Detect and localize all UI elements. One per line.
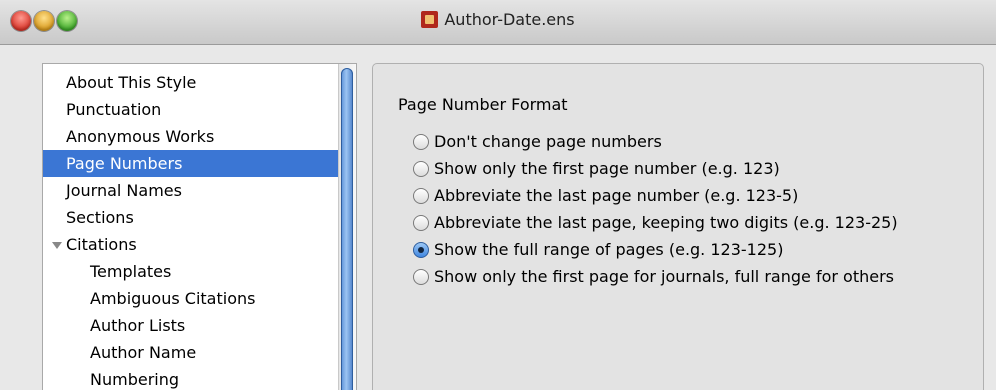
sidebar-item-label: Numbering [90,370,180,389]
sidebar-item-journal-names[interactable]: Journal Names [43,177,338,204]
option-label: Show only the first page number (e.g. 12… [434,159,780,178]
style-editor-window: Author-Date.ens About This Style Punctua… [0,0,996,390]
radio-button[interactable] [413,134,429,150]
option-label: Show only the first page for journals, f… [434,267,894,286]
radio-button[interactable] [413,215,429,231]
option-label: Abbreviate the last page number (e.g. 12… [434,186,799,205]
page-number-format-panel: Page Number Format Don't change page num… [372,63,984,390]
sidebar-item-label: Templates [90,262,172,281]
sidebar-item-citations[interactable]: Citations [43,231,338,258]
sidebar-item-author-name[interactable]: Author Name [43,339,338,366]
endnote-document-icon [421,11,439,28]
radio-button-selected[interactable] [413,242,429,258]
sidebar-item-label: About This Style [66,73,197,92]
option-abbreviate-last-page[interactable]: Abbreviate the last page number (e.g. 12… [413,182,898,209]
sidebar-item-sections[interactable]: Sections [43,204,338,231]
option-label: Show the full range of pages (e.g. 123-1… [434,240,784,259]
window-title: Author-Date.ens [444,10,575,29]
option-label: Don't change page numbers [434,132,662,151]
option-label: Abbreviate the last page, keeping two di… [434,213,898,232]
sidebar-item-about-this-style[interactable]: About This Style [43,69,338,96]
option-dont-change-page-numbers[interactable]: Don't change page numbers [413,128,898,155]
radio-button[interactable] [413,188,429,204]
sidebar-item-label: Punctuation [66,100,162,119]
option-abbreviate-two-digits[interactable]: Abbreviate the last page, keeping two di… [413,209,898,236]
sidebar-item-label: Sections [66,208,134,227]
sidebar-item-label: Anonymous Works [66,127,215,146]
sidebar-item-label: Citations [66,235,137,254]
sidebar-item-author-lists[interactable]: Author Lists [43,312,338,339]
sidebar-item-templates[interactable]: Templates [43,258,338,285]
sidebar-scrollbar[interactable] [338,64,356,390]
sidebar-item-ambiguous-citations[interactable]: Ambiguous Citations [43,285,338,312]
sections-list: About This Style Punctuation Anonymous W… [43,64,338,390]
option-first-page-journals-full-range-others[interactable]: Show only the first page for journals, f… [413,263,898,290]
page-number-format-radio-group: Don't change page numbers Show only the … [413,128,898,290]
sidebar-item-numbering[interactable]: Numbering [43,366,338,390]
window-title-group: Author-Date.ens [0,10,996,29]
style-sections-sidebar: About This Style Punctuation Anonymous W… [42,63,357,390]
option-show-full-range[interactable]: Show the full range of pages (e.g. 123-1… [413,236,898,263]
page-number-format-title: Page Number Format [398,95,568,114]
sidebar-item-anonymous-works[interactable]: Anonymous Works [43,123,338,150]
radio-button[interactable] [413,161,429,177]
disclosure-triangle-icon[interactable] [52,242,62,249]
sidebar-item-label: Page Numbers [66,154,183,173]
sidebar-item-label: Author Name [90,343,197,362]
sidebar-item-label: Author Lists [90,316,186,335]
sidebar-item-page-numbers[interactable]: Page Numbers [43,150,338,177]
sidebar-item-punctuation[interactable]: Punctuation [43,96,338,123]
radio-button[interactable] [413,269,429,285]
sidebar-item-label: Journal Names [66,181,182,200]
title-bar[interactable]: Author-Date.ens [0,0,996,45]
option-show-first-page-only[interactable]: Show only the first page number (e.g. 12… [413,155,898,182]
sidebar-scroll-thumb[interactable] [341,68,353,390]
sidebar-item-label: Ambiguous Citations [90,289,256,308]
